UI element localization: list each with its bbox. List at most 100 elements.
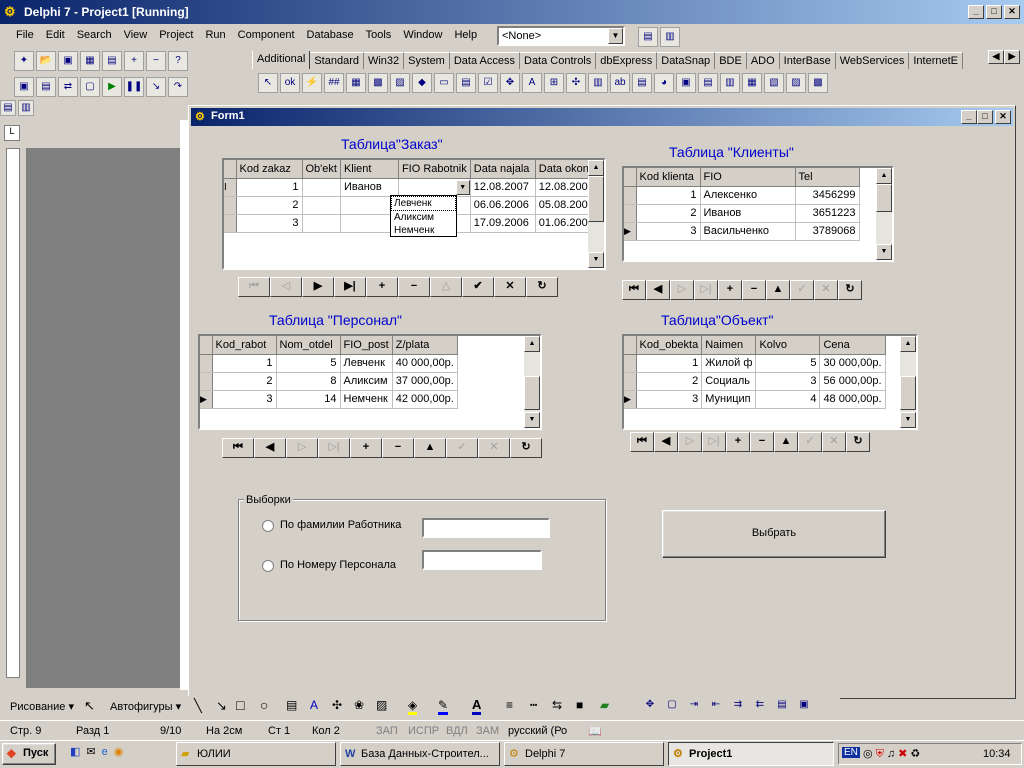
image-icon[interactable]: ▨ — [390, 73, 410, 93]
delete-record-button[interactable]: − — [742, 280, 766, 300]
list-item[interactable]: Немченк — [391, 224, 456, 237]
chevron-down-icon[interactable]: ▼ — [455, 179, 470, 195]
table-row[interactable]: 1 Алексенко 3456299 — [624, 186, 860, 205]
scrollbox-icon[interactable]: ▤ — [456, 73, 476, 93]
maskedit-icon[interactable]: ## — [324, 73, 344, 93]
column-header[interactable]: FIO — [700, 168, 796, 187]
desktop-icon[interactable]: ◧ — [70, 746, 80, 758]
edit-record-button[interactable]: ▲ — [766, 280, 790, 300]
menu-edit[interactable]: Edit — [40, 25, 71, 45]
tab-data-access[interactable]: Data Access — [449, 52, 520, 69]
last-record-button[interactable]: ▷| — [694, 280, 718, 300]
autoshapes-menu[interactable]: Автофигуры ▾ — [110, 700, 181, 713]
maximize-button[interactable]: □ — [986, 5, 1002, 19]
number-input[interactable] — [422, 550, 542, 570]
status-rec[interactable]: ЗАП — [376, 725, 398, 737]
wordart-icon[interactable]: A — [310, 698, 318, 712]
toggle-form-unit-icon[interactable]: ⇄ — [58, 77, 78, 97]
ie-icon[interactable]: e — [102, 746, 108, 758]
column-header[interactable]: Kod_rabot — [212, 336, 277, 355]
cell[interactable]: 1 — [212, 354, 277, 373]
cell[interactable]: 2 — [636, 204, 701, 223]
media-icon[interactable]: ◉ — [114, 746, 124, 758]
post-record-button[interactable]: ✓ — [790, 280, 814, 300]
cell[interactable]: Жилой ф — [701, 354, 757, 373]
line-color-icon[interactable]: ✎ — [438, 698, 449, 715]
cell[interactable]: 1 — [636, 354, 703, 373]
email-icon[interactable]: ✉ — [86, 746, 95, 758]
cell[interactable]: 2 — [236, 196, 303, 215]
scroll-thumb[interactable] — [900, 376, 916, 410]
actionmanager-icon[interactable]: ▣ — [676, 73, 696, 93]
doc-icon-2[interactable]: ▥ — [18, 100, 34, 116]
window-list-icon[interactable]: ▤ — [638, 27, 658, 47]
cell[interactable]: 4 — [755, 390, 821, 409]
column-header[interactable]: Tel — [795, 168, 860, 187]
column-header[interactable]: Kod zakaz — [236, 160, 303, 179]
tab-additional[interactable]: Additional — [252, 51, 311, 69]
cancel-record-button[interactable]: ✕ — [478, 438, 510, 458]
tool-icon[interactable]: ⇥ — [684, 696, 704, 716]
column-header[interactable]: Naimen — [701, 336, 757, 355]
cell[interactable] — [302, 178, 341, 197]
view-unit-icon[interactable]: ▥ — [660, 27, 680, 47]
checklistbox-icon[interactable]: ☑ — [478, 73, 498, 93]
tool-icon[interactable]: ▣ — [794, 696, 814, 716]
scroll-up-arrow[interactable]: ▲ — [876, 168, 892, 184]
last-record-button[interactable]: ▷| — [318, 438, 350, 458]
menu-view[interactable]: View — [118, 25, 154, 45]
column-header[interactable]: Nom_otdel — [276, 336, 341, 355]
radio-by-number[interactable] — [262, 560, 274, 572]
cell[interactable]: 3789068 — [795, 222, 860, 241]
scroll-up-arrow[interactable]: ▲ — [524, 336, 540, 352]
scroll-thumb[interactable] — [524, 376, 540, 410]
cell[interactable]: 06.06.2006 — [470, 196, 536, 215]
cell[interactable]: 3 — [212, 390, 277, 409]
cancel-record-button[interactable]: ✕ — [494, 277, 526, 297]
antivirus-icon[interactable]: ⛨ — [876, 748, 887, 760]
tray-app-icon[interactable]: ✖ — [898, 748, 910, 760]
table-row[interactable]: 2 Иванов 3651223 — [624, 204, 860, 223]
clipart-icon[interactable]: ❀ — [354, 698, 364, 712]
line-style-icon[interactable]: ≡ — [506, 698, 513, 712]
fio-dropdown-list[interactable]: Левченк Аликсим Немченк — [390, 195, 457, 237]
scroll-down-arrow[interactable]: ▼ — [900, 412, 916, 428]
menu-file[interactable]: File — [10, 25, 40, 45]
appevents-icon[interactable]: ✣ — [566, 73, 586, 93]
scroll-down-arrow[interactable]: ▼ — [876, 244, 892, 260]
next-record-button[interactable]: ▷ — [670, 280, 694, 300]
arrow-icon[interactable]: ↘ — [216, 698, 227, 714]
cell[interactable]: 17.09.2006 — [470, 214, 536, 233]
menu-help[interactable]: Help — [448, 25, 483, 45]
table-row[interactable]: 2 8 Аликсим 37 000,00р. — [200, 372, 458, 391]
pointer-icon[interactable]: ↖ — [258, 73, 278, 93]
cell[interactable]: 3456299 — [795, 186, 860, 205]
new-icon[interactable]: ✦ — [14, 51, 34, 71]
radio-by-surname-label[interactable]: По фамилии Работника — [280, 519, 401, 531]
cell[interactable] — [302, 196, 341, 215]
statictext-icon[interactable]: A — [522, 73, 542, 93]
textbox-icon[interactable]: ▤ — [286, 698, 297, 712]
tab-win32[interactable]: Win32 — [363, 52, 405, 69]
fill-color-icon[interactable]: ◈ — [408, 698, 418, 715]
xpcolormap-icon[interactable]: ▦ — [742, 73, 762, 93]
cell[interactable]: Аликсим — [340, 372, 393, 391]
colorbox-icon[interactable]: ▤ — [632, 73, 652, 93]
picture-icon[interactable]: ▨ — [376, 698, 387, 712]
cell[interactable]: 3 — [636, 222, 701, 241]
insert-record-button[interactable]: + — [726, 432, 750, 452]
line-icon[interactable]: ╲ — [194, 698, 202, 714]
cell[interactable]: Муницип — [701, 390, 757, 409]
save-all-icon[interactable]: ▦ — [80, 51, 100, 71]
tool-icon[interactable]: ⇤ — [706, 696, 726, 716]
menu-component[interactable]: Component — [232, 25, 301, 45]
drawgrid-icon[interactable]: ▩ — [368, 73, 388, 93]
table-row[interactable]: 1 Жилой ф 5 30 000,00р. — [624, 354, 886, 373]
taskbar-button-yulii[interactable]: ▰ ЮЛИИ — [176, 742, 336, 766]
cell[interactable]: 37 000,00р. — [392, 372, 458, 391]
cell[interactable]: 48 000,00р. — [819, 390, 886, 409]
column-header[interactable]: Ob'ekt — [302, 160, 341, 179]
diagram-icon[interactable]: ✣ — [332, 698, 342, 712]
tool-icon[interactable]: ✥ — [640, 696, 660, 716]
delete-record-button[interactable]: − — [382, 438, 414, 458]
